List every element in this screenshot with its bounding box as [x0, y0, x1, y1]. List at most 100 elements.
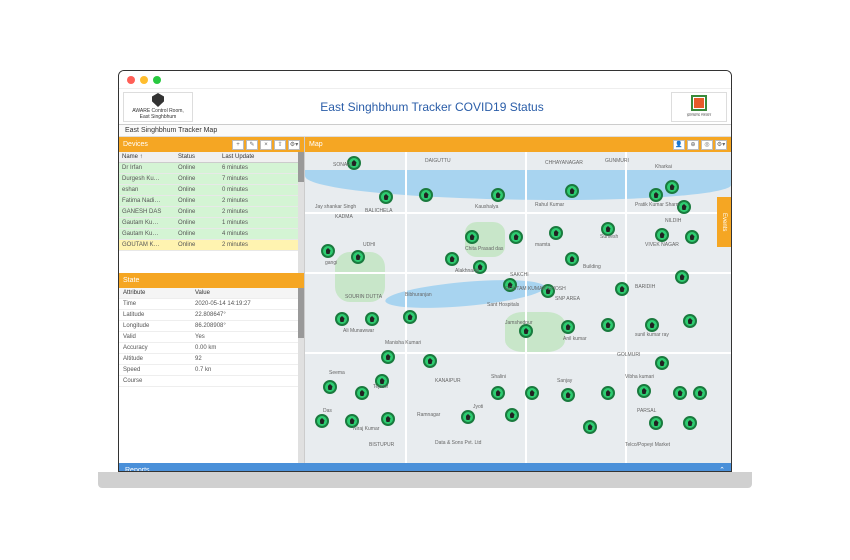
map-label: sunil kumar ray — [635, 332, 669, 338]
state-scrollbar[interactable] — [298, 288, 304, 463]
map-marker[interactable] — [491, 188, 505, 202]
map-label: mamta — [535, 242, 550, 248]
delete-button[interactable]: × — [260, 140, 272, 150]
map-marker[interactable] — [321, 244, 335, 258]
map-marker[interactable] — [491, 386, 505, 400]
col-status[interactable]: Status — [175, 152, 219, 162]
map-marker[interactable] — [673, 386, 687, 400]
map-marker[interactable] — [683, 416, 697, 430]
map-marker[interactable] — [323, 380, 337, 394]
map-marker[interactable] — [335, 312, 349, 326]
map-label: gangi — [325, 260, 337, 266]
table-row[interactable]: Fatima Nadi…Online2 minutes — [119, 196, 298, 207]
map-marker[interactable] — [675, 270, 689, 284]
map-marker[interactable] — [379, 190, 393, 204]
table-row[interactable]: GOUTAM K…Online2 minutes — [119, 240, 298, 251]
table-row[interactable]: Dr IrfanOnline6 minutes — [119, 163, 298, 174]
map-label: Pratik Kumar Sharm — [635, 202, 680, 208]
reports-bar[interactable]: Reports ⌃ — [119, 463, 731, 472]
map-marker[interactable] — [655, 356, 669, 370]
map-marker[interactable] — [655, 228, 669, 242]
state-title: State — [123, 277, 139, 284]
map-settings-button[interactable]: ⚙▾ — [715, 140, 727, 150]
map-marker[interactable] — [665, 180, 679, 194]
maximize-icon[interactable] — [153, 76, 161, 84]
map-marker[interactable] — [419, 188, 433, 202]
map-marker[interactable] — [355, 386, 369, 400]
map-marker[interactable] — [601, 318, 615, 332]
map-user-button[interactable]: 👤 — [673, 140, 685, 150]
map-pet-button[interactable]: ⊕ — [687, 140, 699, 150]
map-label: GOUTAM KUMAR GHOSH — [505, 286, 566, 292]
map-marker[interactable] — [365, 312, 379, 326]
edit-button[interactable]: ✎ — [246, 140, 258, 150]
map-label: Vibha kumari — [625, 374, 654, 380]
map-marker[interactable] — [403, 310, 417, 324]
map-marker[interactable] — [645, 318, 659, 332]
map-marker[interactable] — [601, 386, 615, 400]
logo-left: AWARE Control Room, East Singhbhum — [123, 92, 193, 122]
map-marker[interactable] — [561, 388, 575, 402]
col-name[interactable]: Name ↑ — [119, 152, 175, 162]
events-tab[interactable]: Events — [717, 197, 731, 247]
map-marker[interactable] — [461, 410, 475, 424]
map-panel: Map 👤 ⊕ ◎ ⚙▾ SONARIDAIGUTTUCHHAYANAGARGU… — [305, 137, 731, 463]
add-button[interactable]: + — [232, 140, 244, 150]
map-marker[interactable] — [519, 324, 533, 338]
table-row[interactable]: eshanOnline0 minutes — [119, 185, 298, 196]
map-locate-button[interactable]: ◎ — [701, 140, 713, 150]
map-label: SAKCHI — [510, 272, 529, 278]
map-marker[interactable] — [465, 230, 479, 244]
map-marker[interactable] — [381, 412, 395, 426]
map-label: Chita Prasad das — [465, 246, 503, 252]
table-row[interactable]: GANESH DASOnline2 minutes — [119, 207, 298, 218]
map-label: VIVEK NAGAR — [645, 242, 679, 248]
map-marker[interactable] — [565, 252, 579, 266]
map-marker[interactable] — [565, 184, 579, 198]
shield-icon — [152, 93, 164, 107]
map-marker[interactable] — [649, 416, 663, 430]
minimize-icon[interactable] — [140, 76, 148, 84]
map-label: Jamshedpur — [505, 320, 533, 326]
table-row[interactable]: Durgesh Ku…Online7 minutes — [119, 174, 298, 185]
map-marker[interactable] — [683, 314, 697, 328]
map-label: Bibhuranjan — [405, 292, 432, 298]
map-marker[interactable] — [505, 408, 519, 422]
map-marker[interactable] — [423, 354, 437, 368]
map-label: Sant Hospitals — [487, 302, 519, 308]
upload-button[interactable]: ⇧ — [274, 140, 286, 150]
map-marker[interactable] — [351, 250, 365, 264]
logo-right-text: झारखण्ड सरकार — [687, 112, 711, 118]
map-marker[interactable] — [509, 230, 523, 244]
map-label: PARSAL — [637, 408, 656, 414]
map-label: Das — [323, 408, 332, 414]
state-row: Latitude22.808647° — [119, 310, 298, 321]
map-marker[interactable] — [649, 188, 663, 202]
devices-scrollbar[interactable] — [298, 152, 304, 273]
map-label: SOURIN DUTTA — [345, 294, 382, 300]
table-row[interactable]: Gautam Ku…Online1 minutes — [119, 218, 298, 229]
map-marker[interactable] — [561, 320, 575, 334]
settings-button[interactable]: ⚙▾ — [288, 140, 300, 150]
map-marker[interactable] — [583, 420, 597, 434]
col-update[interactable]: Last Update — [219, 152, 298, 162]
app-header: AWARE Control Room, East Singhbhum East … — [119, 89, 731, 125]
map-canvas[interactable]: SONARIDAIGUTTUCHHAYANAGARGUNMURIKharkaiJ… — [305, 152, 731, 463]
map-marker[interactable] — [685, 230, 699, 244]
map-marker[interactable] — [549, 226, 563, 240]
map-marker[interactable] — [637, 384, 651, 398]
table-row[interactable]: Gautam Ku…Online4 minutes — [119, 229, 298, 240]
close-icon[interactable] — [127, 76, 135, 84]
map-label: Sumesh — [600, 234, 618, 240]
map-marker[interactable] — [315, 414, 329, 428]
col-val: Value — [191, 288, 298, 298]
map-title: Map — [309, 141, 323, 148]
map-marker[interactable] — [445, 252, 459, 266]
map-marker[interactable] — [381, 350, 395, 364]
monitor-base — [98, 472, 752, 488]
devices-header: Devices + ✎ × ⇧ ⚙▾ — [119, 137, 304, 152]
map-marker[interactable] — [615, 282, 629, 296]
map-marker[interactable] — [693, 386, 707, 400]
map-marker[interactable] — [525, 386, 539, 400]
map-label: Tejasvi — [373, 384, 388, 390]
